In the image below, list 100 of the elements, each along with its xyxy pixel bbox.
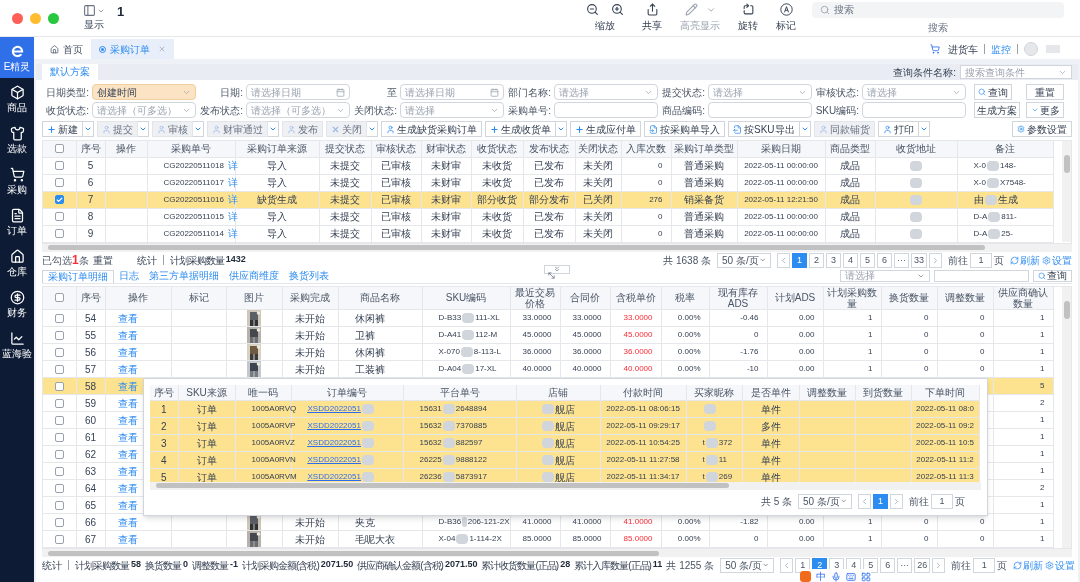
page-button[interactable]: 6 — [880, 557, 896, 573]
next-page-button[interactable] — [890, 493, 903, 509]
markup-icon[interactable] — [779, 3, 793, 16]
maximize-window-button[interactable] — [48, 12, 59, 24]
checkbox[interactable] — [54, 313, 64, 323]
view-link[interactable]: 查看 — [111, 397, 138, 409]
view-link[interactable]: 查看 — [111, 533, 138, 545]
select-field[interactable]: 创建时间 — [92, 84, 196, 100]
page-size-select[interactable]: 50 条/页 — [798, 493, 852, 509]
dropdown-toggle[interactable] — [83, 121, 94, 137]
action-button[interactable]: 新建 — [42, 121, 83, 137]
detail-link[interactable]: 详 — [227, 226, 238, 241]
sidebar-item[interactable]: 采购 — [0, 160, 34, 201]
close-window-button[interactable] — [12, 12, 23, 24]
checkbox[interactable] — [54, 347, 64, 357]
page-button[interactable]: ··· — [897, 557, 913, 573]
checkbox[interactable] — [54, 229, 64, 238]
scheme-tab[interactable]: 默认方案 — [42, 64, 98, 80]
view-link[interactable]: 查看 — [111, 329, 138, 341]
settings-button[interactable]: 设置 — [1045, 557, 1076, 573]
order-link[interactable]: XSDD2022051 — [307, 471, 361, 482]
page-button[interactable]: ··· — [894, 252, 909, 268]
keyboard-icon[interactable] — [846, 571, 856, 582]
checkbox[interactable] — [54, 293, 64, 303]
page-button[interactable]: 2 — [809, 252, 824, 268]
previous-page-button[interactable] — [858, 493, 871, 509]
view-link[interactable]: 查看 — [111, 482, 138, 494]
checkbox[interactable] — [54, 500, 64, 510]
checkbox[interactable] — [54, 364, 64, 374]
detail-tab[interactable]: 第三方单据明细 — [144, 269, 224, 283]
page-size-select[interactable]: 50 条/页 — [720, 557, 775, 573]
dropdown-toggle[interactable] — [799, 121, 811, 137]
sidebar-item[interactable]: 选款 — [0, 119, 34, 160]
toolbar-button[interactable]: 共享 — [642, 3, 662, 33]
action-button[interactable]: 按SKU导出 — [728, 121, 800, 137]
detail-tab[interactable]: 日志 — [114, 269, 144, 283]
input-field[interactable] — [862, 102, 966, 118]
view-link[interactable]: 查看 — [111, 312, 138, 324]
dropdown-toggle[interactable] — [918, 121, 930, 137]
detail-tab[interactable]: 采购订单明细 — [42, 269, 114, 283]
checkbox[interactable] — [54, 432, 64, 442]
grid-icon[interactable] — [861, 571, 871, 582]
input-field[interactable] — [708, 102, 812, 118]
checkbox[interactable] — [54, 144, 64, 154]
rotate-icon[interactable] — [741, 3, 755, 16]
detail-link[interactable]: 详 — [227, 209, 238, 224]
view-link[interactable]: 查看 — [111, 363, 138, 375]
search-input[interactable] — [934, 269, 1029, 282]
share-icon[interactable] — [645, 3, 659, 16]
expand-icon[interactable] — [547, 270, 556, 280]
page-number-field[interactable]: 1 — [973, 557, 996, 573]
view-link[interactable]: 查看 — [111, 465, 138, 477]
toolbar-button[interactable]: 缩放 — [586, 3, 624, 33]
checkbox[interactable] — [54, 398, 64, 408]
zoom-out-icon[interactable] — [586, 3, 599, 16]
horizontal-scrollbar[interactable] — [42, 243, 1072, 252]
view-link[interactable]: 查看 — [111, 346, 138, 358]
expand-handle[interactable] — [544, 264, 570, 274]
sidebar-item[interactable]: 财务 — [0, 283, 34, 324]
search-field[interactable]: 搜索 — [812, 1, 1064, 18]
microphone-icon[interactable] — [831, 571, 841, 582]
checkbox[interactable] — [54, 381, 64, 391]
view-link[interactable]: 查看 — [111, 516, 138, 528]
view-link[interactable]: 查看 — [111, 448, 138, 460]
vertical-scrollbar[interactable] — [1062, 286, 1071, 548]
action-button[interactable]: 生成收货单 — [485, 121, 556, 137]
page-button[interactable]: 33 — [911, 252, 927, 268]
search-button[interactable]: 查询 — [1033, 269, 1072, 282]
dropdown-toggle[interactable] — [556, 121, 567, 137]
action-button[interactable]: 生成应付单 — [570, 121, 641, 137]
previous-page-button[interactable] — [780, 557, 794, 573]
order-link[interactable]: XSDD2022051 — [307, 403, 361, 415]
detail-link[interactable]: 详 — [227, 158, 238, 173]
page-tab[interactable]: 首页 — [42, 39, 91, 59]
previous-page-button[interactable] — [777, 252, 790, 268]
horizontal-scrollbar[interactable] — [150, 481, 981, 490]
minimize-window-button[interactable] — [30, 12, 41, 24]
view-link[interactable]: 查看 — [111, 499, 138, 511]
zoom-in-icon[interactable] — [611, 3, 624, 16]
checkbox[interactable] — [54, 161, 64, 170]
scheme-button[interactable]: 生成方案 — [974, 102, 1020, 118]
action-button[interactable]: 生成缺货采购订单 — [381, 121, 482, 137]
next-page-button[interactable] — [932, 557, 946, 573]
ime-logo-icon[interactable] — [800, 571, 811, 582]
more-button[interactable]: 更多 — [1026, 102, 1064, 118]
detail-tab[interactable]: 换货列表 — [284, 269, 334, 283]
page-number-field[interactable]: 1 — [970, 252, 992, 268]
sidebar-item[interactable]: 订单 — [0, 201, 34, 242]
reset-button[interactable]: 重置 — [1026, 84, 1064, 100]
sidebar-item[interactable]: 蓝海验 — [0, 324, 34, 365]
sidebar-toggle-icon[interactable] — [83, 4, 96, 17]
sidebar-item[interactable]: E精灵 — [0, 37, 34, 78]
vertical-scrollbar[interactable] — [1062, 141, 1071, 242]
toolbar-button[interactable]: 标记 — [776, 3, 796, 33]
settings-button[interactable]: 设置 — [1042, 252, 1072, 268]
checkbox[interactable] — [54, 534, 64, 544]
monitor-link[interactable]: 监控 — [991, 41, 1011, 57]
detail-link[interactable]: 详 — [227, 175, 238, 190]
next-page-button[interactable] — [929, 252, 942, 268]
page-button[interactable]: 3 — [826, 252, 841, 268]
